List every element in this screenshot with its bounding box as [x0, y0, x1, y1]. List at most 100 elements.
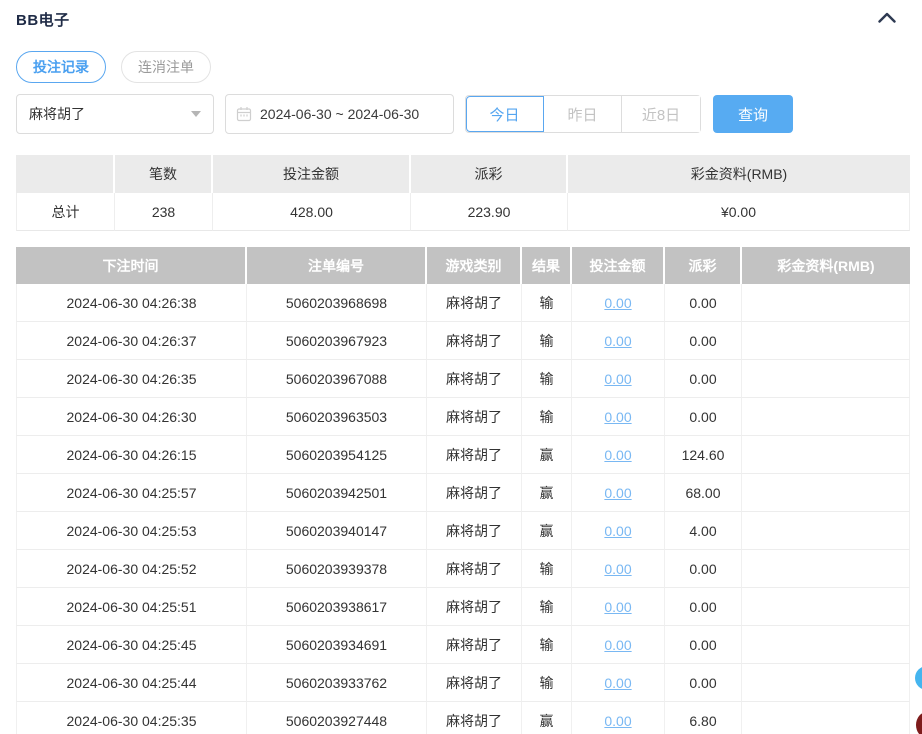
game-type-cell: 麻将胡了	[427, 626, 522, 664]
floating-button-red[interactable]	[916, 712, 922, 734]
bet-time-cell: 2024-06-30 04:25:57	[16, 474, 247, 512]
bet-time-cell: 2024-06-30 04:25:35	[16, 702, 247, 734]
payout-cell: 0.00	[665, 626, 742, 664]
result-cell: 输	[522, 322, 572, 360]
bet-amount-cell: 0.00	[572, 322, 665, 360]
summary-header-payout: 派彩	[411, 155, 568, 193]
bet-time-cell: 2024-06-30 04:26:38	[16, 284, 247, 322]
bet-amount-link[interactable]: 0.00	[604, 333, 631, 349]
bet-time-cell: 2024-06-30 04:25:53	[16, 512, 247, 550]
date-range-picker[interactable]: 2024-06-30 ~ 2024-06-30	[225, 94, 454, 134]
bet-table-header-row: 下注时间 注单编号 游戏类别 结果 投注金额 派彩 彩金资料(RMB)	[16, 247, 910, 284]
quick-range-today[interactable]: 今日	[466, 96, 544, 132]
result-cell: 赢	[522, 436, 572, 474]
order-number-cell: 5060203963503	[247, 398, 427, 436]
bet-amount-cell: 0.00	[572, 284, 665, 322]
bonus-cell	[742, 550, 910, 588]
bet-table-body: 2024-06-30 04:26:38 5060203968698 麻将胡了 输…	[16, 284, 910, 734]
header-bet-time: 下注时间	[16, 247, 247, 284]
bet-time-cell: 2024-06-30 04:25:44	[16, 664, 247, 702]
page-title: BB电子	[16, 12, 70, 29]
bet-amount-link[interactable]: 0.00	[604, 295, 631, 311]
bet-record-row: 2024-06-30 04:26:35 5060203967088 麻将胡了 输…	[16, 360, 910, 398]
game-type-cell: 麻将胡了	[427, 436, 522, 474]
order-number-cell: 5060203938617	[247, 588, 427, 626]
floating-button-blue[interactable]	[915, 666, 922, 690]
bet-time-cell: 2024-06-30 04:25:51	[16, 588, 247, 626]
game-select[interactable]: 麻将胡了	[16, 94, 214, 134]
tab-cancelled-orders[interactable]: 连消注单	[121, 51, 211, 83]
summary-header-count: 笔数	[115, 155, 213, 193]
bet-amount-link[interactable]: 0.00	[604, 485, 631, 501]
header-bonus: 彩金资料(RMB)	[742, 247, 910, 284]
summary-total-bonus: ¥0.00	[568, 193, 910, 231]
order-number-cell: 5060203940147	[247, 512, 427, 550]
summary-table: 笔数 投注金额 派彩 彩金资料(RMB) 总计 238 428.00 223.9…	[16, 155, 910, 231]
header-bet-amount: 投注金额	[572, 247, 665, 284]
bet-record-row: 2024-06-30 04:25:52 5060203939378 麻将胡了 输…	[16, 550, 910, 588]
bet-amount-link[interactable]: 0.00	[604, 523, 631, 539]
result-cell: 输	[522, 588, 572, 626]
bet-amount-link[interactable]: 0.00	[604, 409, 631, 425]
order-number-cell: 5060203954125	[247, 436, 427, 474]
collapse-chevron-up-icon[interactable]	[876, 9, 898, 28]
bet-amount-cell: 0.00	[572, 702, 665, 734]
caret-down-icon	[191, 111, 201, 117]
bet-amount-link[interactable]: 0.00	[604, 713, 631, 729]
bet-record-row: 2024-06-30 04:25:53 5060203940147 麻将胡了 赢…	[16, 512, 910, 550]
bonus-cell	[742, 664, 910, 702]
bet-amount-cell: 0.00	[572, 664, 665, 702]
result-cell: 赢	[522, 474, 572, 512]
game-type-cell: 麻将胡了	[427, 360, 522, 398]
payout-cell: 0.00	[665, 550, 742, 588]
result-cell: 输	[522, 550, 572, 588]
bet-time-cell: 2024-06-30 04:26:35	[16, 360, 247, 398]
bonus-cell	[742, 626, 910, 664]
header-game-type: 游戏类别	[427, 247, 522, 284]
payout-cell: 68.00	[665, 474, 742, 512]
bonus-cell	[742, 588, 910, 626]
quick-range-yesterday[interactable]: 昨日	[544, 96, 622, 132]
bet-time-cell: 2024-06-30 04:26:30	[16, 398, 247, 436]
game-type-cell: 麻将胡了	[427, 474, 522, 512]
order-number-cell: 5060203927448	[247, 702, 427, 734]
game-type-cell: 麻将胡了	[427, 702, 522, 734]
bet-amount-link[interactable]: 0.00	[604, 447, 631, 463]
bet-amount-link[interactable]: 0.00	[604, 637, 631, 653]
bet-record-row: 2024-06-30 04:26:15 5060203954125 麻将胡了 赢…	[16, 436, 910, 474]
bet-time-cell: 2024-06-30 04:26:37	[16, 322, 247, 360]
payout-cell: 0.00	[665, 322, 742, 360]
bet-record-row: 2024-06-30 04:25:57 5060203942501 麻将胡了 赢…	[16, 474, 910, 512]
summary-total-count: 238	[115, 193, 213, 231]
bet-amount-link[interactable]: 0.00	[604, 675, 631, 691]
bet-amount-cell: 0.00	[572, 398, 665, 436]
bonus-cell	[742, 702, 910, 734]
bet-amount-cell: 0.00	[572, 436, 665, 474]
game-type-cell: 麻将胡了	[427, 664, 522, 702]
bet-amount-cell: 0.00	[572, 550, 665, 588]
game-type-cell: 麻将胡了	[427, 550, 522, 588]
bet-amount-link[interactable]: 0.00	[604, 599, 631, 615]
game-select-value: 麻将胡了	[29, 106, 85, 122]
bonus-cell	[742, 360, 910, 398]
summary-header-bonus: 彩金资料(RMB)	[568, 155, 910, 193]
bonus-cell	[742, 284, 910, 322]
quick-range-last-8-days[interactable]: 近8日	[622, 96, 700, 132]
game-type-cell: 麻将胡了	[427, 322, 522, 360]
tab-bet-records[interactable]: 投注记录	[16, 51, 106, 83]
payout-cell: 0.00	[665, 360, 742, 398]
bet-record-row: 2024-06-30 04:26:38 5060203968698 麻将胡了 输…	[16, 284, 910, 322]
query-button[interactable]: 查询	[713, 95, 793, 133]
bet-time-cell: 2024-06-30 04:25:52	[16, 550, 247, 588]
bet-record-row: 2024-06-30 04:25:51 5060203938617 麻将胡了 输…	[16, 588, 910, 626]
bet-amount-link[interactable]: 0.00	[604, 371, 631, 387]
payout-cell: 6.80	[665, 702, 742, 734]
bet-amount-link[interactable]: 0.00	[604, 561, 631, 577]
order-number-cell: 5060203968698	[247, 284, 427, 322]
summary-header-row: 笔数 投注金额 派彩 彩金资料(RMB)	[16, 155, 910, 193]
result-cell: 输	[522, 398, 572, 436]
result-cell: 输	[522, 284, 572, 322]
payout-cell: 4.00	[665, 512, 742, 550]
bet-record-row: 2024-06-30 04:25:45 5060203934691 麻将胡了 输…	[16, 626, 910, 664]
filter-bar: 麻将胡了 2024-06-30 ~ 2024-06-30 今日 昨日 近8日 查…	[16, 94, 906, 134]
